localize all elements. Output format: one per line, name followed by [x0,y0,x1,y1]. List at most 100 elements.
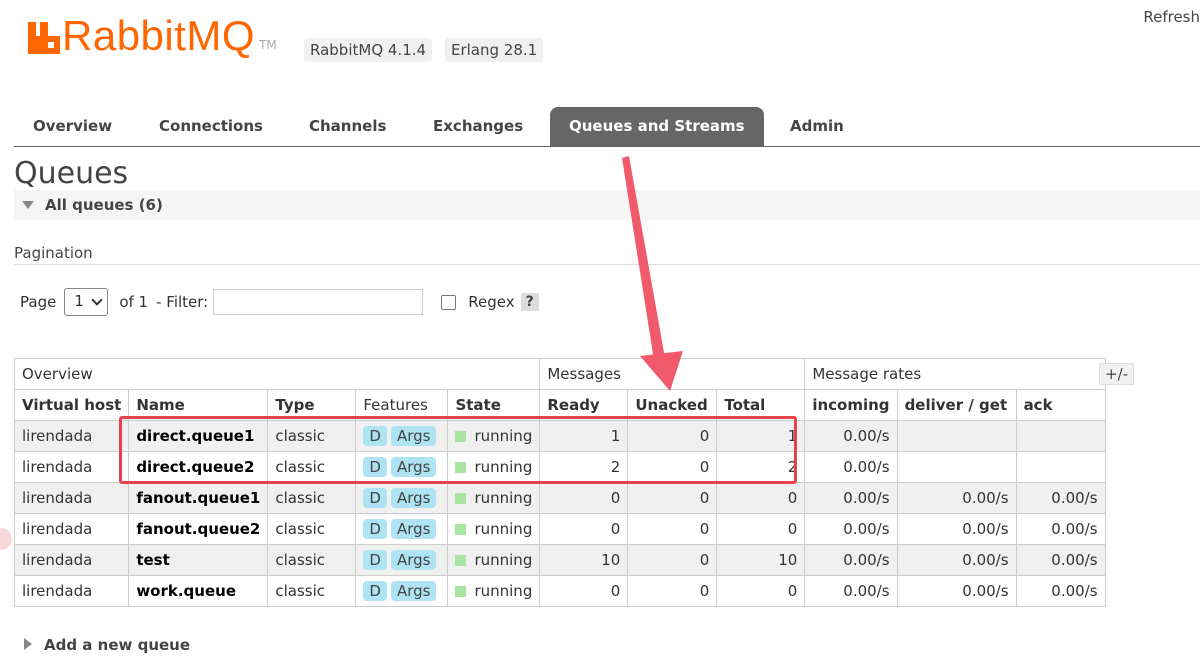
running-status-icon [455,431,467,442]
page-label: Page [20,293,57,311]
queue-name-link[interactable]: fanout.queue2 [128,513,269,545]
erlang-version: Erlang 28.1 [445,38,544,62]
regex-checkbox[interactable] [441,294,457,310]
col-type[interactable]: Type [267,389,357,421]
cell-vhost: lirendada [13,420,130,452]
page-count-label: of 1 [119,293,149,311]
table-row: lirendada test classic D Args running 10 … [13,544,1106,576]
column-toggle-button[interactable]: +/- [1099,363,1135,385]
feature-args-badge: Args [390,550,437,570]
state-label: running [474,551,533,569]
cell-type: classic [267,544,357,576]
page-select-value: 1 [74,292,84,310]
state-label: running [474,520,533,538]
col-name[interactable]: Name [128,389,269,421]
cell-ack [1015,451,1106,483]
tab-queues-and-streams[interactable]: Queues and Streams [550,107,764,146]
refresh-label[interactable]: Refresh [1143,8,1200,26]
rabbitmq-logo-icon [28,22,60,54]
rabbitmq-version: RabbitMQ 4.1.4 [304,38,433,62]
add-new-queue-toggle[interactable]: Add a new queue [24,636,190,654]
running-status-icon [455,462,467,473]
col-state[interactable]: State [447,389,541,421]
expand-triangle-icon [24,638,32,650]
cell-ack: 0.00/s [1015,513,1106,545]
cell-total: 0 [716,482,806,514]
table-row: lirendada fanout.queue2 classic D Args ru… [13,513,1106,545]
tab-connections[interactable]: Connections [140,107,282,146]
filter-label: - Filter: [156,293,209,311]
feature-args-badge: Args [390,581,437,601]
cell-features: D Args [355,575,449,607]
cell-unacked: 0 [627,544,718,576]
cell-features: D Args [355,451,449,483]
feature-durable-badge: D [363,426,387,446]
cell-incoming: 0.00/s [804,575,898,607]
cell-vhost: lirendada [13,513,130,545]
pagination-title: Pagination [14,244,93,262]
cell-unacked: 0 [627,482,718,514]
cell-deliver-get [896,420,1017,452]
cell-unacked: 0 [627,513,718,545]
col-ack[interactable]: ack [1015,389,1106,421]
feature-args-badge: Args [390,457,437,477]
table-row: lirendada direct.queue2 classic D Args ru… [13,451,1106,483]
cell-ack: 0.00/s [1015,575,1106,607]
page-select[interactable]: 1 [64,288,109,316]
floating-side-icon[interactable] [0,528,12,550]
feature-durable-badge: D [363,488,387,508]
queue-name-link[interactable]: direct.queue1 [128,420,269,452]
regex-help-button[interactable]: ? [520,293,539,311]
tab-channels[interactable]: Channels [290,107,405,146]
table-row: lirendada direct.queue1 classic D Args ru… [13,420,1106,452]
cell-state: running [447,513,541,545]
table-row: lirendada work.queue classic D Args runni… [13,575,1106,607]
cell-incoming: 0.00/s [804,482,898,514]
cell-state: running [447,544,541,576]
cell-ack [1015,420,1106,452]
cell-incoming: 0.00/s [804,451,898,483]
add-queue-label: Add a new queue [44,636,191,654]
running-status-icon [455,555,467,566]
tab-overview[interactable]: Overview [14,107,131,146]
filter-input[interactable] [213,289,424,315]
tab-exchanges[interactable]: Exchanges [414,107,542,146]
rabbitmq-logo: RabbitMQ TM [28,15,277,57]
queue-name-link[interactable]: direct.queue2 [128,451,269,483]
cell-ready: 10 [539,544,629,576]
cell-state: running [447,482,541,514]
feature-durable-badge: D [363,457,387,477]
col-deliver-get[interactable]: deliver / get [896,389,1017,421]
queue-name-link[interactable]: fanout.queue1 [128,482,269,514]
collapse-triangle-icon [22,201,34,209]
state-label: running [474,427,533,445]
state-label: running [474,458,533,476]
col-incoming[interactable]: incoming [804,389,898,421]
cell-ready: 0 [539,575,629,607]
cell-total: 0 [716,513,806,545]
table-group-header: Overview Messages Message rates [13,358,1106,390]
cell-deliver-get: 0.00/s [896,513,1017,545]
cell-features: D Args [355,482,449,514]
cell-features: D Args [355,513,449,545]
queue-name-link[interactable]: test [128,544,269,576]
cell-vhost: lirendada [13,575,130,607]
running-status-icon [455,524,467,535]
cell-unacked: 0 [627,420,718,452]
all-queues-toggle[interactable]: All queues (6) [14,190,1200,220]
cell-ack: 0.00/s [1015,544,1106,576]
cell-features: D Args [355,544,449,576]
queue-name-link[interactable]: work.queue [128,575,269,607]
group-message-rates: Message rates [804,358,1106,390]
cell-state: running [447,575,541,607]
col-total[interactable]: Total [716,389,806,421]
group-messages: Messages [539,358,806,390]
cell-state: running [447,451,541,483]
col-virtual-host[interactable]: Virtual host [13,389,130,421]
col-ready[interactable]: Ready [539,389,629,421]
col-unacked[interactable]: Unacked [627,389,718,421]
main-nav: Overview Connections Channels Exchanges … [14,107,1200,147]
cell-ack: 0.00/s [1015,482,1106,514]
regex-label: Regex [468,293,515,311]
tab-admin[interactable]: Admin [771,107,863,146]
